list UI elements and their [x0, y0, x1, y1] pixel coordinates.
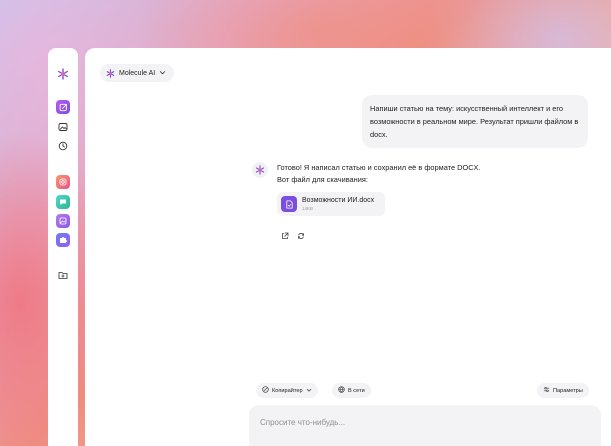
assistant-message-line: Готово! Я написал статью и сохранил её в… — [277, 163, 481, 172]
assistant-message: Готово! Я написал статью и сохранил её в… — [277, 162, 577, 186]
model-label: Molecule AI — [119, 69, 156, 77]
add-folder-icon[interactable] — [56, 268, 70, 282]
app-window: Molecule AI Напиши статью на тему: искус… — [48, 48, 611, 446]
web-label: В сети — [348, 387, 365, 394]
web-search-toggle[interactable]: В сети — [332, 383, 371, 398]
chevron-down-icon — [159, 69, 166, 78]
sidebar — [48, 48, 78, 446]
file-attachment[interactable]: Возможности ИИ.docx 14KB — [277, 192, 385, 216]
document-file-icon — [281, 196, 297, 212]
share-icon[interactable] — [280, 231, 290, 241]
new-chat-icon[interactable] — [56, 100, 70, 114]
copywriter-icon — [262, 386, 269, 395]
message-composer — [249, 405, 601, 446]
parameters-button[interactable]: Параметры — [537, 383, 589, 398]
molecule-logo-icon[interactable] — [56, 67, 70, 81]
molecule-logo-icon — [106, 68, 115, 78]
molecule-logo-icon — [255, 165, 265, 175]
app-puzzle-icon[interactable] — [56, 233, 70, 247]
image-icon[interactable] — [56, 120, 70, 134]
app-gallery-icon[interactable] — [56, 214, 70, 228]
app-chat-icon[interactable] — [56, 195, 70, 209]
mode-label: Копирайтер — [272, 387, 303, 394]
file-name: Возможности ИИ.docx — [302, 197, 375, 204]
globe-icon — [338, 386, 345, 395]
mode-selector[interactable]: Копирайтер — [256, 383, 318, 398]
assistant-avatar — [252, 162, 268, 178]
file-size: 14KB — [302, 206, 314, 211]
chevron-down-icon — [306, 387, 312, 395]
message-input[interactable] — [260, 415, 580, 429]
app-instagram-icon[interactable] — [56, 175, 70, 189]
assistant-message-line: Вот файл для скачивания: — [277, 175, 368, 184]
chat-panel: Molecule AI Напиши статью на тему: искус… — [85, 48, 611, 446]
params-label: Параметры — [553, 387, 583, 394]
user-message: Напиши статью на тему: искусственный инт… — [362, 95, 588, 148]
history-icon[interactable] — [56, 139, 70, 153]
sliders-icon — [543, 386, 550, 395]
model-selector[interactable]: Molecule AI — [100, 64, 175, 82]
regenerate-icon[interactable] — [296, 231, 306, 241]
